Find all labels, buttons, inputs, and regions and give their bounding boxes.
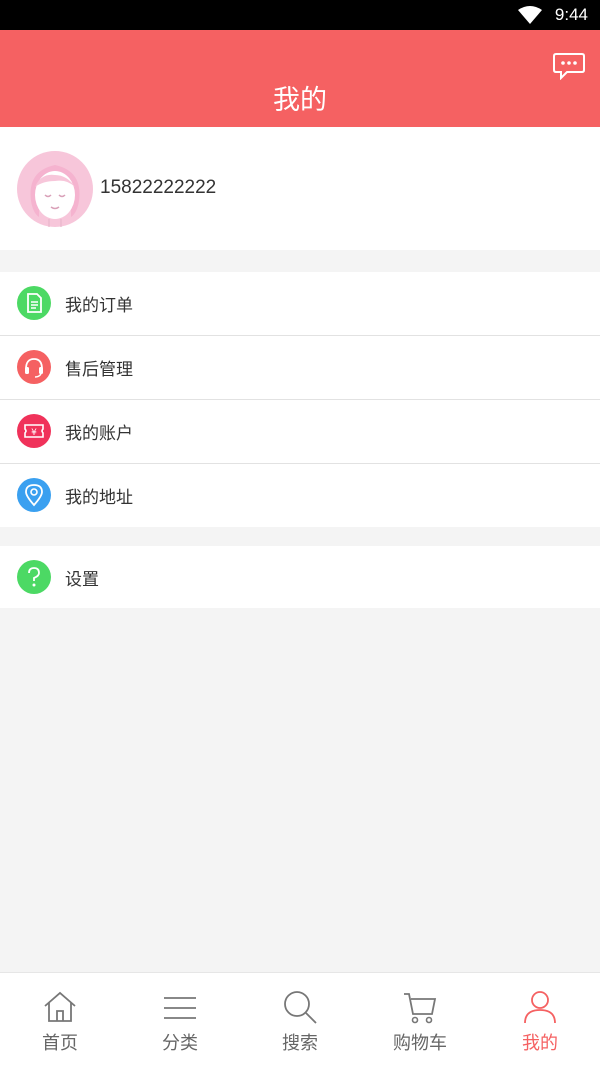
tab-search[interactable]: 搜索 — [240, 973, 360, 1068]
tab-label: 购物车 — [393, 1033, 447, 1054]
page-header: 我的 — [0, 30, 600, 127]
tab-home[interactable]: 首页 — [0, 973, 120, 1068]
status-time: 9:44 — [554, 5, 588, 24]
menu-item-after-sales[interactable]: 售后管理 — [0, 336, 600, 400]
location-pin-icon — [17, 478, 51, 512]
menu-group-settings: 设置 — [0, 546, 600, 608]
menu-item-label: 我的账户 — [65, 424, 133, 444]
menu-group-account: 我的订单 售后管理 ¥ 我的账户 我的地址 — [0, 272, 600, 527]
tab-label: 首页 — [42, 1033, 78, 1054]
tab-category[interactable]: 分类 — [120, 973, 240, 1068]
tab-label: 我的 — [522, 1033, 558, 1054]
headset-icon — [17, 350, 51, 384]
cart-icon — [404, 993, 437, 1024]
menu-item-orders[interactable]: 我的订单 — [0, 272, 600, 336]
question-icon — [17, 560, 51, 594]
page-title: 我的 — [273, 85, 327, 116]
profile-card[interactable]: 15822222222 — [0, 127, 600, 250]
tab-cart[interactable]: 购物车 — [360, 973, 480, 1068]
status-bar: 9:44 — [0, 0, 600, 30]
menu-item-label: 售后管理 — [65, 360, 133, 380]
bottom-tab-bar: 首页 分类 搜索 购物车 我的 — [0, 972, 600, 1068]
menu-item-label: 我的订单 — [65, 296, 133, 316]
message-icon[interactable] — [553, 52, 585, 80]
search-icon — [284, 991, 317, 1024]
wifi-icon — [518, 6, 542, 24]
yuan-ticket-icon: ¥ — [17, 414, 51, 448]
menu-item-label: 我的地址 — [65, 488, 133, 508]
tab-mine[interactable]: 我的 — [480, 973, 600, 1068]
order-document-icon — [17, 286, 51, 320]
person-icon — [524, 991, 556, 1024]
avatar[interactable] — [17, 151, 93, 227]
menu-item-settings[interactable]: 设置 — [0, 546, 600, 608]
home-icon — [44, 991, 76, 1022]
tab-label: 搜索 — [282, 1033, 318, 1054]
menu-item-address[interactable]: 我的地址 — [0, 464, 600, 527]
menu-item-label: 设置 — [65, 570, 99, 590]
menu-item-account[interactable]: ¥ 我的账户 — [0, 400, 600, 464]
user-phone: 15822222222 — [100, 177, 217, 198]
svg-text:¥: ¥ — [31, 428, 37, 438]
tab-label: 分类 — [162, 1033, 198, 1054]
menu-lines-icon — [164, 997, 196, 1019]
